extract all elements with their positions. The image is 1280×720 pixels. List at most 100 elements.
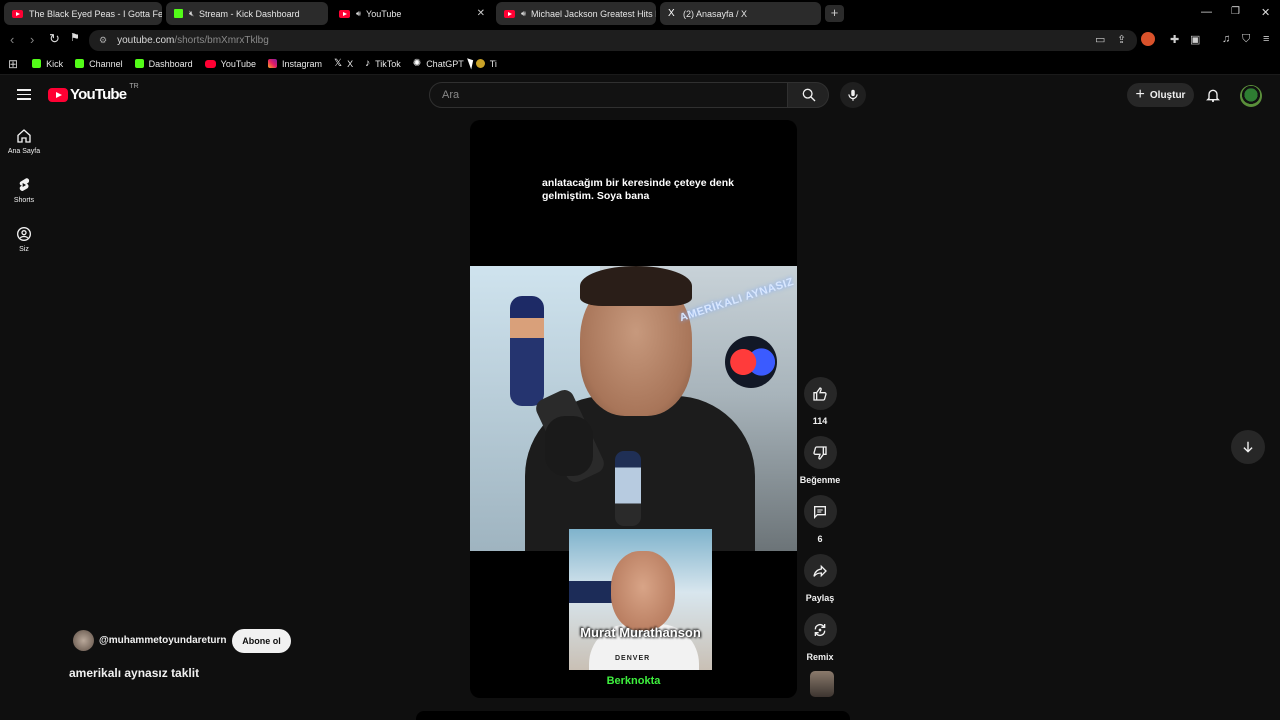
bookmark-channel[interactable]: Channel	[75, 59, 123, 69]
extensions-icon[interactable]: ✚	[1170, 33, 1179, 46]
tab-black-eyed-peas[interactable]: The Black Eyed Peas - I Gotta Feeling	[4, 2, 162, 25]
channel-handle[interactable]: @muhammetoyundareturn	[99, 635, 227, 646]
bookmark-tiktok[interactable]: ♪ TikTok	[365, 58, 401, 69]
inset-shirt-text: DENVER	[615, 655, 651, 662]
share-button[interactable]: Paylaş	[803, 554, 837, 603]
short-title[interactable]: amerikalı aynasız taklit	[69, 666, 199, 680]
new-tab-button[interactable]: +	[825, 5, 844, 22]
kick-icon	[174, 9, 183, 18]
comments-button[interactable]: 6	[803, 495, 837, 544]
bookmark-x[interactable]: 𝕏X	[334, 58, 353, 69]
youtube-play-icon	[48, 87, 68, 102]
tab-kick-dashboard[interactable]: 🔇︎ Stream - Kick Dashboard	[166, 2, 328, 25]
guide-label: Shorts	[13, 197, 35, 204]
remix-button[interactable]: Remix	[803, 613, 837, 662]
muted-speaker-icon[interactable]: 🔇︎	[189, 9, 194, 19]
video-frame: AMERİKALI AYNASIZ	[470, 266, 797, 551]
next-short-button[interactable]	[1231, 430, 1265, 464]
thumbs-down-icon	[813, 445, 827, 460]
back-icon[interactable]: ‹	[10, 32, 14, 47]
country-code: TR	[129, 83, 139, 90]
comment-count: 6	[817, 534, 823, 544]
tab-youtube-active[interactable]: 🔊︎ YouTube ✕	[331, 2, 493, 25]
cast-icon[interactable]: ▭	[1095, 33, 1105, 46]
apps-grid-icon[interactable]: ⊞	[8, 57, 18, 71]
site-settings-icon[interactable]: ⚙	[99, 35, 107, 46]
remix-label: Remix	[806, 652, 834, 662]
credit-label: Berknokta	[606, 675, 661, 687]
you-icon	[17, 227, 31, 241]
microphone-icon	[848, 89, 858, 101]
notifications-bell-icon[interactable]	[1205, 87, 1221, 103]
guide-item-shorts[interactable]: Shorts	[0, 177, 48, 204]
bookmark-label: YouTube	[220, 58, 257, 69]
bookmark-youtube[interactable]: YouTube	[204, 58, 257, 69]
neon-sign: AMERİKALI AYNASIZ	[678, 275, 796, 325]
thumbs-up-icon	[813, 386, 827, 401]
bookmark-icon	[475, 59, 485, 68]
shorts-video-player[interactable]: anlatacağım bir keresinde çeteye denk ge…	[470, 120, 797, 698]
search-button[interactable]	[787, 82, 829, 108]
youtube-logo[interactable]: YouTube TR	[48, 83, 139, 103]
kick-icon	[75, 59, 85, 68]
close-window-icon[interactable]: ✕	[1261, 6, 1270, 19]
tab-title: Michael Jackson Greatest Hits Fu	[531, 8, 656, 19]
create-button[interactable]: + Oluştur	[1127, 83, 1194, 107]
bookmark-ti[interactable]: Ti	[475, 58, 497, 69]
bookmark-label: Ti	[489, 58, 497, 69]
sidebar-icon[interactable]: ▣	[1190, 33, 1200, 46]
bookmark-dashboard[interactable]: Dashboard	[134, 59, 193, 69]
sound-thumbnail[interactable]	[810, 671, 834, 697]
next-short-preview[interactable]	[416, 711, 850, 720]
bookmark-icon[interactable]: ⚑	[70, 31, 80, 44]
speaker-icon[interactable]: 🔊︎	[521, 9, 526, 19]
subscribe-button[interactable]: Abone ol	[232, 629, 291, 653]
browser-toolbar: ‹ › ↻ ⚑ ⚙ youtube.com/shorts/bmXmrxTklbg	[0, 27, 1280, 53]
guide-item-you[interactable]: Siz	[0, 226, 48, 253]
youtube-header: YouTube TR Ara + Oluştur	[0, 76, 1280, 116]
tab-title: Stream - Kick Dashboard	[199, 8, 300, 19]
guide-label: Siz	[19, 246, 29, 253]
speaker-icon[interactable]: 🔊︎	[356, 9, 361, 19]
kick-icon	[32, 59, 42, 68]
dislike-button[interactable]: Beğenme	[800, 436, 840, 485]
youtube-icon	[339, 9, 350, 18]
account-avatar[interactable]	[1240, 85, 1262, 107]
inset-name-label: Murat Murathanson	[580, 625, 701, 640]
menu-icon[interactable]: ≡	[1263, 33, 1269, 45]
tab-title: (2) Anasayfa / X	[683, 8, 748, 19]
bookmark-label: Kick	[46, 58, 64, 69]
like-button[interactable]: 114	[803, 377, 837, 426]
studio-microphone	[545, 416, 593, 476]
share-arrow-icon	[813, 564, 827, 577]
bookmark-kick[interactable]: Kick	[32, 59, 63, 69]
tiktok-icon: ♪	[365, 58, 371, 69]
share-icon[interactable]: ⇪	[1117, 33, 1126, 46]
restore-icon[interactable]: ❐	[1231, 6, 1240, 17]
reload-icon[interactable]: ↻	[49, 31, 60, 47]
video-caption: anlatacağım bir keresinde çeteye denk ge…	[542, 177, 735, 202]
voice-search-button[interactable]	[840, 82, 866, 108]
tab-michael-jackson[interactable]: 🔊︎ Michael Jackson Greatest Hits Fu	[496, 2, 656, 25]
instagram-icon	[268, 59, 278, 68]
brave-shield-icon[interactable]	[1141, 32, 1155, 46]
channel-avatar[interactable]	[73, 630, 94, 651]
bookmark-label: X	[347, 58, 354, 69]
media-icon[interactable]: ♫	[1222, 33, 1230, 45]
bookmark-chatgpt[interactable]: ✺ ChatGPT	[413, 58, 464, 69]
search-input[interactable]: Ara	[429, 82, 788, 108]
x-icon: X	[668, 8, 675, 19]
address-bar[interactable]: ⚙ youtube.com/shorts/bmXmrxTklbg	[89, 30, 1137, 51]
url-path: /shorts/bmXmrxTklbg	[174, 35, 269, 46]
close-tab-icon[interactable]: ✕	[477, 8, 485, 19]
bookmark-instagram[interactable]: Instagram	[268, 59, 322, 69]
guide-menu-icon[interactable]	[17, 89, 31, 100]
minimize-icon[interactable]: —	[1201, 6, 1212, 18]
guide-item-home[interactable]: Ana Sayfa	[0, 128, 48, 155]
bookmark-label: Instagram	[282, 58, 323, 69]
forward-icon[interactable]: ›	[30, 32, 34, 47]
remix-icon	[814, 623, 826, 636]
vpn-icon[interactable]: ⛉	[1242, 33, 1250, 46]
browser-tab-strip: The Black Eyed Peas - I Gotta Feeling 🔇︎…	[0, 0, 1280, 27]
tab-x-home[interactable]: X (2) Anasayfa / X	[660, 2, 821, 25]
